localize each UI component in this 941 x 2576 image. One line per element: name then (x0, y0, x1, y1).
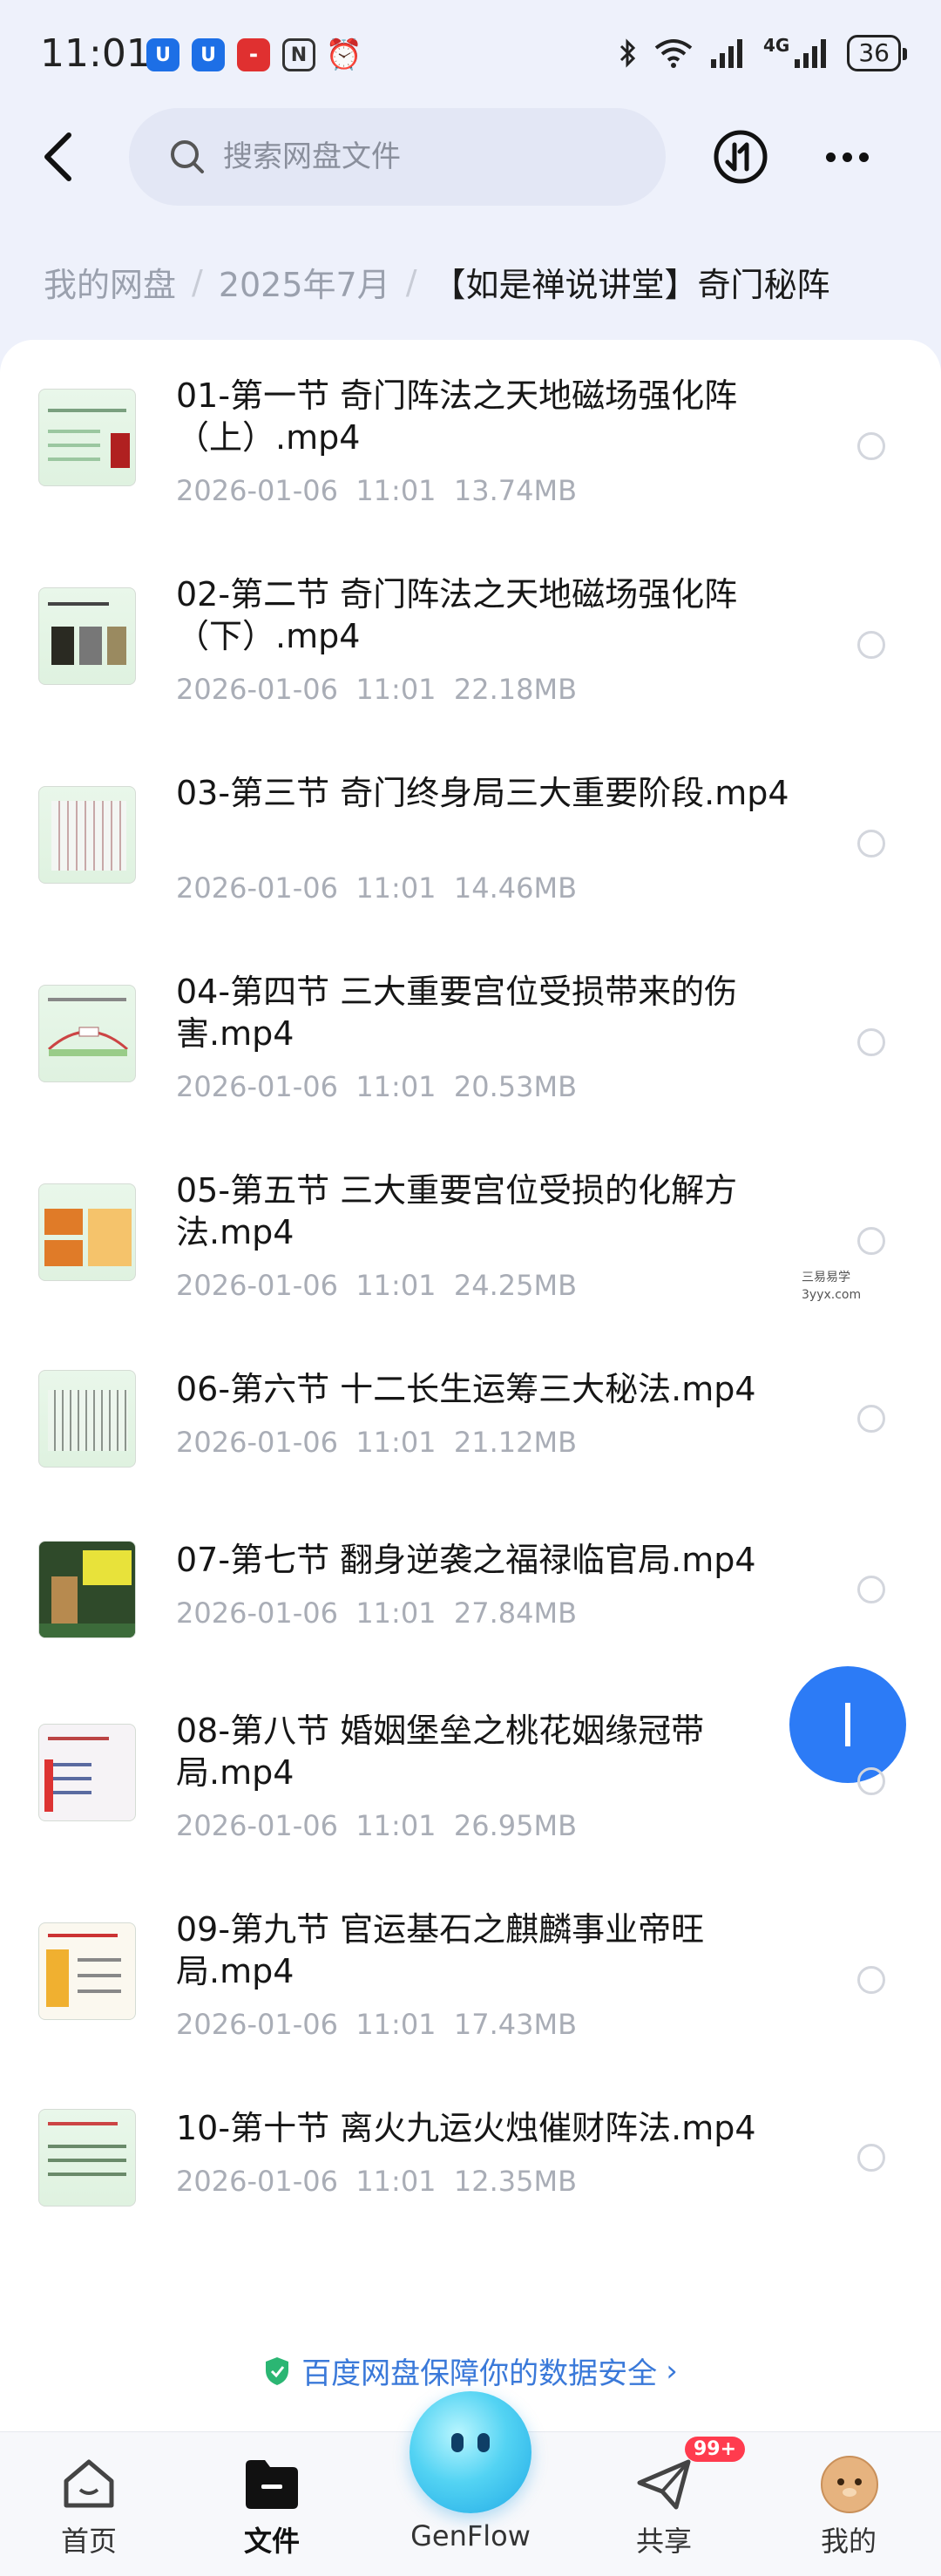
file-meta: 2026-01-06 11:01 14.46MB (176, 871, 578, 905)
select-radio[interactable] (857, 1576, 885, 1603)
select-radio[interactable] (857, 1405, 885, 1433)
chevron-right-icon: › (666, 2353, 678, 2389)
safety-text: 百度网盘保障你的数据安全 (301, 2356, 658, 2391)
breadcrumb-separator: / (192, 262, 203, 302)
transfer-icon (714, 130, 768, 184)
breadcrumb-item-root[interactable]: 我的网盘 (44, 258, 176, 306)
more-dot-icon (858, 152, 869, 162)
video-thumbnail (38, 1922, 136, 2020)
file-meta: 2026-01-06 11:01 27.84MB (176, 1596, 578, 1630)
search-icon (171, 140, 204, 173)
status-app-icons: U U ▬ N ⏰ (146, 37, 363, 72)
watermark: 三易易学 3yyx.com (802, 1269, 861, 1304)
select-radio[interactable] (857, 830, 885, 858)
app-shield2-icon: U (192, 38, 225, 71)
back-button[interactable] (31, 131, 84, 183)
status-time: 11:01 (40, 31, 151, 76)
chevron-left-icon (44, 132, 71, 181)
file-name: 01-第一节 奇门阵法之天地磁场强化阵（上）.mp4 (176, 376, 738, 457)
file-name: 08-第八节 婚姻堡垒之桃花姻缘冠带局.mp4 (176, 1712, 705, 1792)
search-bar[interactable] (129, 108, 666, 206)
select-radio[interactable] (857, 432, 885, 460)
file-name: 02-第二节 奇门阵法之天地磁场强化阵（下）.mp4 (176, 575, 738, 655)
video-thumbnail (38, 389, 136, 486)
video-thumbnail (38, 2109, 136, 2207)
battery-indicator: 36 (847, 35, 907, 71)
file-meta: 2026-01-06 11:01 13.74MB (176, 474, 578, 507)
video-thumbnail (38, 1541, 136, 1638)
folder-icon (246, 2460, 298, 2509)
breadcrumb: 我的网盘 / 2025年7月 / 【如是禅说讲堂】奇门秘阵 (44, 258, 830, 306)
video-thumbnail (38, 985, 136, 1082)
file-meta: 2026-01-06 11:01 17.43MB (176, 2008, 578, 2041)
select-radio[interactable] (857, 1966, 885, 1994)
watermark-line1: 三易易学 (802, 1271, 850, 1285)
nav-item-files[interactable]: 文件 (193, 2432, 350, 2576)
share-badge: 99+ (685, 2437, 746, 2462)
select-radio[interactable] (857, 2144, 885, 2172)
signal-icon (711, 39, 743, 68)
home-icon (64, 2459, 114, 2508)
file-meta: 2026-01-06 11:01 20.53MB (176, 1070, 578, 1103)
status-bar: 11:01 U U ▬ N ⏰ 4G 36 (0, 0, 941, 105)
genflow-orb-icon[interactable] (410, 2391, 531, 2513)
file-meta: 2026-01-06 11:01 22.18MB (176, 673, 578, 706)
video-thumbnail (38, 786, 136, 884)
breadcrumb-separator: / (405, 262, 417, 302)
more-dot-icon (825, 152, 836, 162)
orb-eye (477, 2433, 490, 2452)
nav-label-files: 文件 (243, 2525, 300, 2558)
alarm-off-icon: ⏰ (325, 37, 363, 72)
nav-label-genflow: GenFlow (410, 2519, 531, 2552)
file-meta: 2026-01-06 11:01 26.95MB (176, 1809, 578, 1842)
file-name: 05-第五节 三大重要宫位受损的化解方法.mp4 (176, 1171, 738, 1251)
shield-check-icon (266, 2356, 289, 2385)
signal2-icon (795, 39, 827, 68)
orb-eye (451, 2433, 464, 2452)
select-radio[interactable] (857, 1028, 885, 1056)
more-options-button[interactable] (819, 136, 875, 178)
nav-item-home[interactable]: 首页 (10, 2432, 167, 2576)
transfer-button[interactable] (713, 129, 768, 185)
paper-plane-icon (637, 2459, 691, 2510)
file-meta: 2026-01-06 11:01 12.35MB (176, 2165, 578, 2198)
select-radio[interactable] (857, 631, 885, 659)
file-name: 10-第十节 离火九运火烛催财阵法.mp4 (176, 2109, 756, 2147)
breadcrumb-current: 【如是禅说讲堂】奇门秘阵 (432, 266, 830, 304)
watermark-line2: 3yyx.com (802, 1288, 862, 1302)
select-radio[interactable] (857, 1227, 885, 1255)
nav-label-home: 首页 (60, 2525, 117, 2558)
file-meta: 2026-01-06 11:01 24.25MB (176, 1269, 578, 1302)
app-shield-icon: U (146, 38, 179, 71)
search-input[interactable] (223, 139, 589, 174)
huawei-icon: ▬ (237, 38, 270, 71)
bluetooth-icon (619, 38, 636, 68)
upload-add-button[interactable] (789, 1666, 906, 1783)
network-type: 4G (763, 35, 790, 56)
video-thumbnail (38, 1370, 136, 1468)
more-dot-icon (842, 152, 852, 162)
video-thumbnail (38, 1183, 136, 1281)
nav-label-share: 共享 (635, 2525, 692, 2558)
file-name: 07-第七节 翻身逆袭之福禄临官局.mp4 (176, 1541, 756, 1579)
nav-label-me: 我的 (820, 2525, 877, 2558)
breadcrumb-item-month[interactable]: 2025年7月 (219, 258, 390, 306)
select-radio[interactable] (857, 1767, 885, 1795)
nfc-icon: N (282, 38, 315, 71)
video-thumbnail (38, 587, 136, 685)
file-name: 09-第九节 官运基石之麒麟事业帝旺局.mp4 (176, 1910, 705, 1990)
status-indicators: 4G 36 (619, 35, 907, 71)
file-name: 06-第六节 十二长生运筹三大秘法.mp4 (176, 1370, 756, 1408)
safety-banner[interactable]: 百度网盘保障你的数据安全 › (0, 2349, 941, 2392)
file-name: 04-第四节 三大重要宫位受损带来的伤害.mp4 (176, 973, 738, 1053)
file-name: 03-第三节 奇门终身局三大重要阶段.mp4 (176, 774, 789, 812)
video-thumbnail (38, 1724, 136, 1821)
avatar-icon[interactable] (821, 2456, 878, 2513)
wifi-icon (654, 39, 693, 68)
file-meta: 2026-01-06 11:01 21.12MB (176, 1426, 578, 1459)
